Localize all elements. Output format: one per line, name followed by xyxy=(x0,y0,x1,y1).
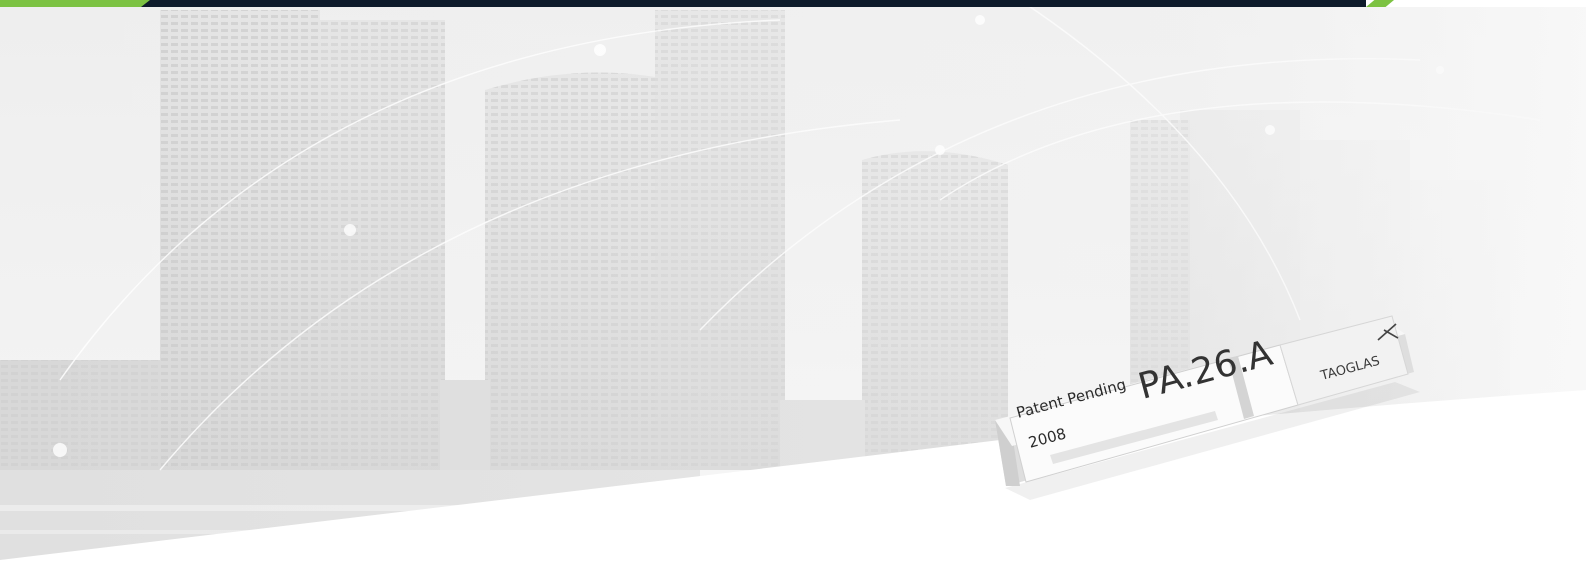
hero-banner: Patent Pending 2008 PA.26.A TAOGLAS xyxy=(0,0,1586,583)
pa26a-antenna-product: Patent Pending 2008 PA.26.A TAOGLAS xyxy=(995,315,1420,500)
